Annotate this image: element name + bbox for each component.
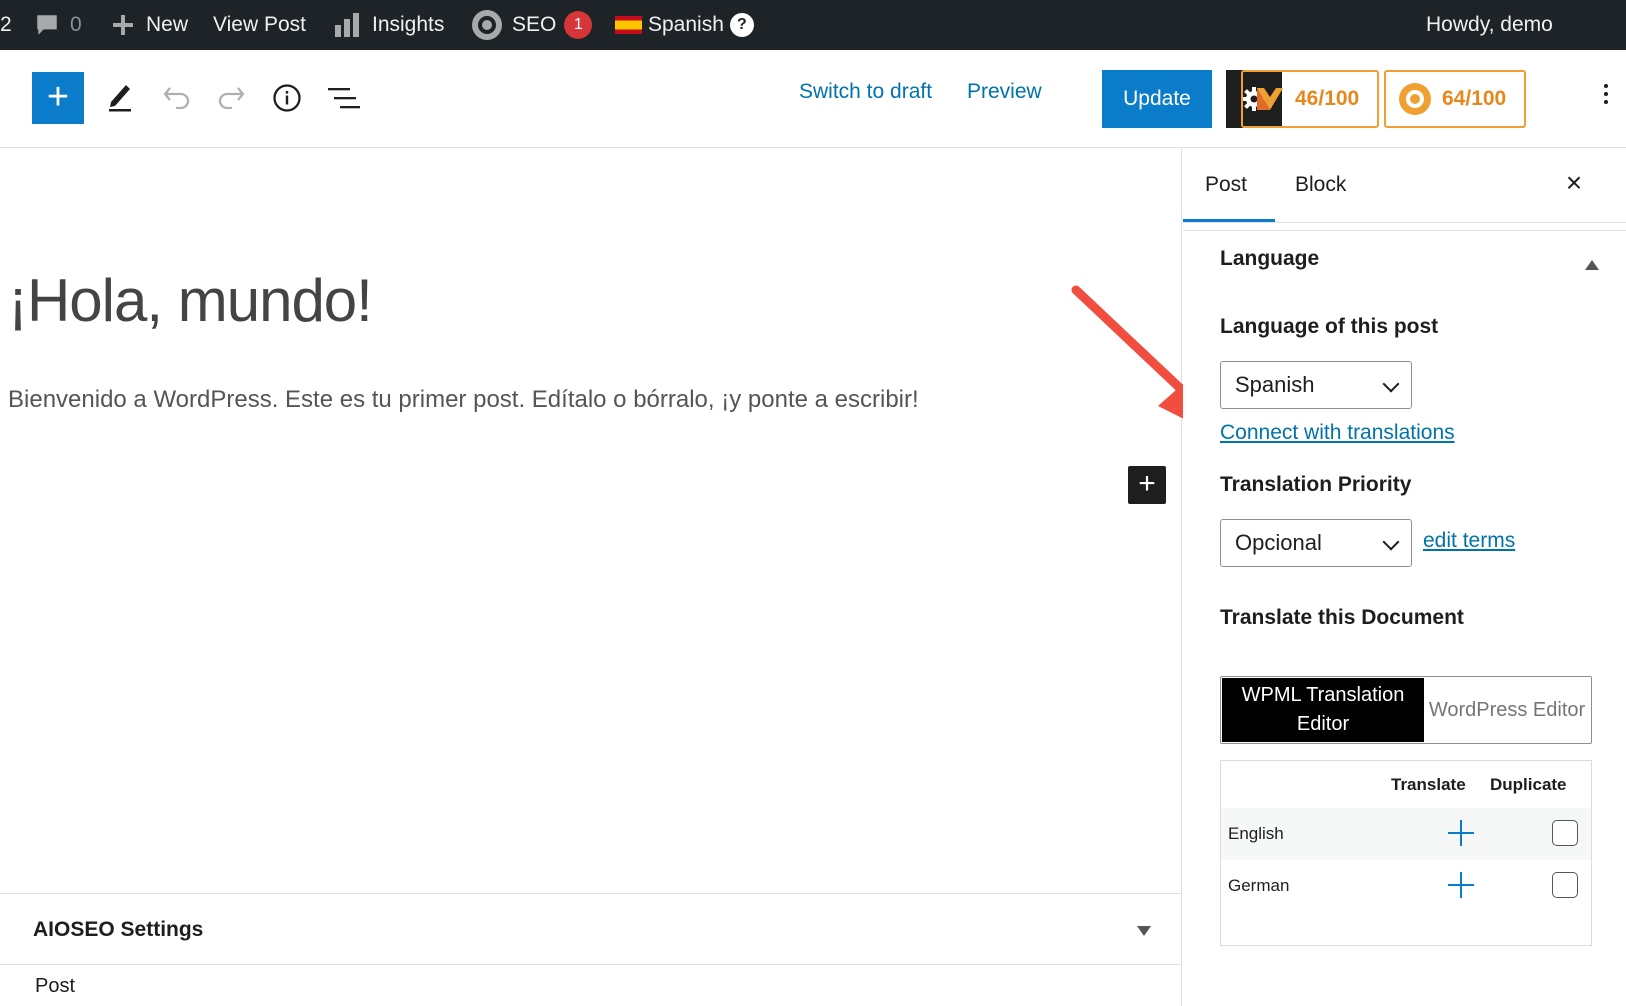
seo-notification-badge: 1 xyxy=(564,11,593,39)
wordpress-editor-option[interactable]: WordPress Editor xyxy=(1424,678,1590,742)
row-language: German xyxy=(1228,876,1290,895)
pencil-icon[interactable] xyxy=(106,80,134,112)
new-item[interactable]: New xyxy=(112,0,188,50)
plus-icon xyxy=(113,15,133,35)
language-panel-title[interactable]: Language xyxy=(1220,247,1319,271)
language-label: Spanish xyxy=(648,13,724,36)
add-translation-plus-icon[interactable] xyxy=(1448,820,1474,846)
insights-icon xyxy=(335,13,359,37)
view-post-link[interactable]: View Post xyxy=(213,0,306,50)
language-switcher[interactable]: Spanish ? xyxy=(615,0,754,50)
aioseo-settings-title: AIOSEO Settings xyxy=(33,918,204,941)
howdy-user[interactable]: Howdy, demo xyxy=(1426,0,1553,50)
table-row: German xyxy=(1221,860,1591,912)
help-icon[interactable]: ? xyxy=(729,13,754,37)
language-select[interactable]: Spanish xyxy=(1220,361,1412,409)
add-translation-plus-icon[interactable] xyxy=(1448,872,1474,898)
editor-canvas: ¡Hola, mundo! Bienvenido a WordPress. Es… xyxy=(0,148,1182,1006)
col-translate-header: Translate xyxy=(1391,775,1466,794)
switch-to-draft-button[interactable]: Switch to draft xyxy=(799,80,932,104)
chevron-down-icon xyxy=(1382,533,1400,551)
admin-bar: 2 0 New View Post Insights SEO 1 Spanish… xyxy=(0,0,1626,50)
block-inserter-button[interactable]: + xyxy=(32,72,84,124)
panel-divider xyxy=(1183,230,1626,231)
priority-select[interactable]: Opcional xyxy=(1220,519,1412,567)
spain-flag-icon xyxy=(615,16,642,34)
aioseo-score-button[interactable]: 46/100 xyxy=(1241,70,1379,128)
close-icon[interactable]: × xyxy=(1559,168,1589,198)
seo-score-button[interactable]: 64/100 xyxy=(1384,70,1526,128)
update-button[interactable]: Update xyxy=(1102,70,1212,128)
duplicate-checkbox[interactable] xyxy=(1552,820,1578,846)
admin-bar-count[interactable]: 2 xyxy=(0,0,12,50)
duplicate-checkbox[interactable] xyxy=(1552,872,1578,898)
tab-divider xyxy=(1183,222,1626,223)
wpml-translation-editor-option[interactable]: WPML Translation Editor xyxy=(1222,678,1424,742)
footer-breadcrumb[interactable]: Post xyxy=(35,975,75,998)
comment-icon xyxy=(37,15,57,35)
kebab-menu-icon[interactable] xyxy=(1604,80,1614,108)
comments-count: 0 xyxy=(70,13,82,36)
caret-up-icon[interactable] xyxy=(1585,260,1599,270)
seo-item[interactable]: SEO 1 xyxy=(471,0,593,50)
editor-toolbar: + Switch to draft Preview Update 46/100 … xyxy=(0,50,1626,148)
undo-icon[interactable] xyxy=(162,83,192,109)
aioseo-settings-panel[interactable]: AIOSEO Settings xyxy=(0,893,1182,965)
translation-priority-label: Translation Priority xyxy=(1220,473,1412,496)
col-duplicate-header: Duplicate xyxy=(1490,775,1567,794)
aioseo-score: 46/100 xyxy=(1295,87,1360,110)
chevron-down-icon xyxy=(1382,375,1400,393)
post-paragraph[interactable]: Bienvenido a WordPress. Este es tu prime… xyxy=(8,386,919,414)
translations-table: Translate Duplicate English German xyxy=(1220,760,1592,946)
edit-terms-link[interactable]: edit terms xyxy=(1423,529,1515,553)
tab-post[interactable]: Post xyxy=(1205,148,1247,222)
seo-label: SEO xyxy=(512,13,557,36)
row-language: English xyxy=(1228,824,1284,843)
aioseo-logo-icon xyxy=(1257,88,1283,110)
info-icon[interactable] xyxy=(272,83,302,113)
comments-item[interactable]: 0 xyxy=(34,0,82,50)
new-label: New xyxy=(146,13,189,36)
priority-select-value: Opcional xyxy=(1235,530,1322,555)
translate-document-label: Translate this Document xyxy=(1220,606,1464,629)
language-of-post-label: Language of this post xyxy=(1220,315,1439,338)
settings-sidebar: Post Block × Language Language of this p… xyxy=(1183,148,1626,1006)
redo-icon[interactable] xyxy=(216,83,246,109)
tab-block[interactable]: Block xyxy=(1295,148,1346,222)
seo-score: 64/100 xyxy=(1442,87,1507,110)
seo-score-logo-icon xyxy=(1399,83,1431,115)
table-row: English xyxy=(1221,808,1591,860)
caret-down-icon[interactable] xyxy=(1137,926,1151,936)
preview-button[interactable]: Preview xyxy=(967,80,1042,104)
language-select-value: Spanish xyxy=(1235,372,1315,397)
insights-item[interactable]: Insights xyxy=(334,0,444,50)
post-title[interactable]: ¡Hola, mundo! xyxy=(8,266,373,335)
insights-label: Insights xyxy=(372,13,445,36)
connect-translations-link[interactable]: Connect with translations xyxy=(1220,421,1455,445)
seo-gear-icon xyxy=(472,10,502,40)
inline-block-inserter-button[interactable]: + xyxy=(1128,466,1166,504)
list-view-icon[interactable] xyxy=(328,86,360,110)
editor-mode-toggle: WPML Translation Editor WordPress Editor xyxy=(1220,676,1592,744)
